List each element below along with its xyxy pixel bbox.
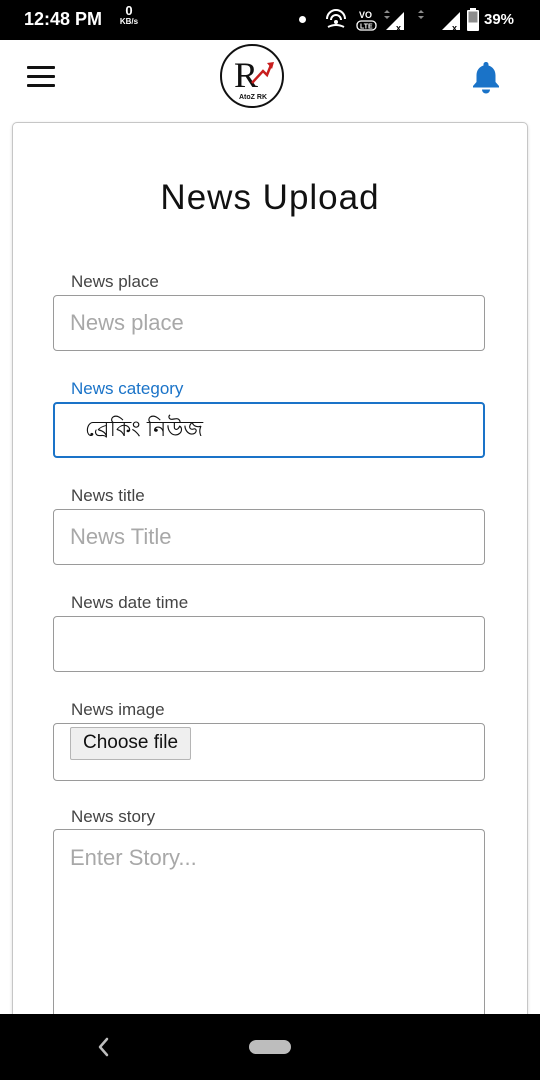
news-datetime-label: News date time xyxy=(71,593,189,612)
notification-dot-icon xyxy=(299,16,306,23)
svg-text:x: x xyxy=(396,23,401,32)
news-title-input[interactable] xyxy=(53,509,485,565)
volte-icon: VO LTE xyxy=(356,10,377,31)
battery-icon xyxy=(467,8,479,31)
news-category-input[interactable] xyxy=(53,402,485,458)
news-image-label: News image xyxy=(71,700,165,719)
battery-percent: 39% xyxy=(484,11,515,28)
logo[interactable]: R AtoZ RK xyxy=(219,43,285,109)
news-story-label: News story xyxy=(71,807,156,826)
network-speed-value: 0 xyxy=(125,3,133,18)
app-header: R AtoZ RK xyxy=(0,40,540,120)
choose-file-button[interactable]: Choose file xyxy=(70,727,192,760)
back-chevron-icon[interactable] xyxy=(94,1034,114,1060)
status-bar: 12:48 PM 0 KB/s VO LTE x x 39% xyxy=(0,0,540,40)
network-speed-unit: KB/s xyxy=(119,17,139,26)
news-upload-card: News Upload News place News category New… xyxy=(12,122,528,1044)
news-category-label: News category xyxy=(71,379,184,398)
svg-text:LTE: LTE xyxy=(360,24,373,31)
news-story-textarea[interactable] xyxy=(53,829,485,1043)
system-nav-bar xyxy=(0,1014,540,1080)
status-time: 12:48 PM xyxy=(24,9,103,29)
hamburger-menu-icon[interactable] xyxy=(27,66,55,88)
hotspot-icon xyxy=(326,9,346,28)
news-place-input[interactable] xyxy=(53,295,485,351)
svg-text:VO: VO xyxy=(359,10,372,20)
signal-icon: x xyxy=(384,10,424,32)
news-place-label: News place xyxy=(71,272,159,291)
news-datetime-input[interactable] xyxy=(53,616,485,672)
network-speed: 0 KB/s xyxy=(116,3,142,27)
home-pill-icon[interactable] xyxy=(249,1040,291,1054)
signal-icon: x xyxy=(442,12,460,32)
svg-text:x: x xyxy=(452,23,457,32)
svg-text:R: R xyxy=(234,55,258,95)
bell-icon[interactable] xyxy=(470,60,502,94)
svg-text:AtoZ RK: AtoZ RK xyxy=(239,94,267,101)
news-image-field: Choose file xyxy=(53,723,485,781)
page-title: News Upload xyxy=(160,178,380,217)
news-title-label: News title xyxy=(71,486,145,505)
